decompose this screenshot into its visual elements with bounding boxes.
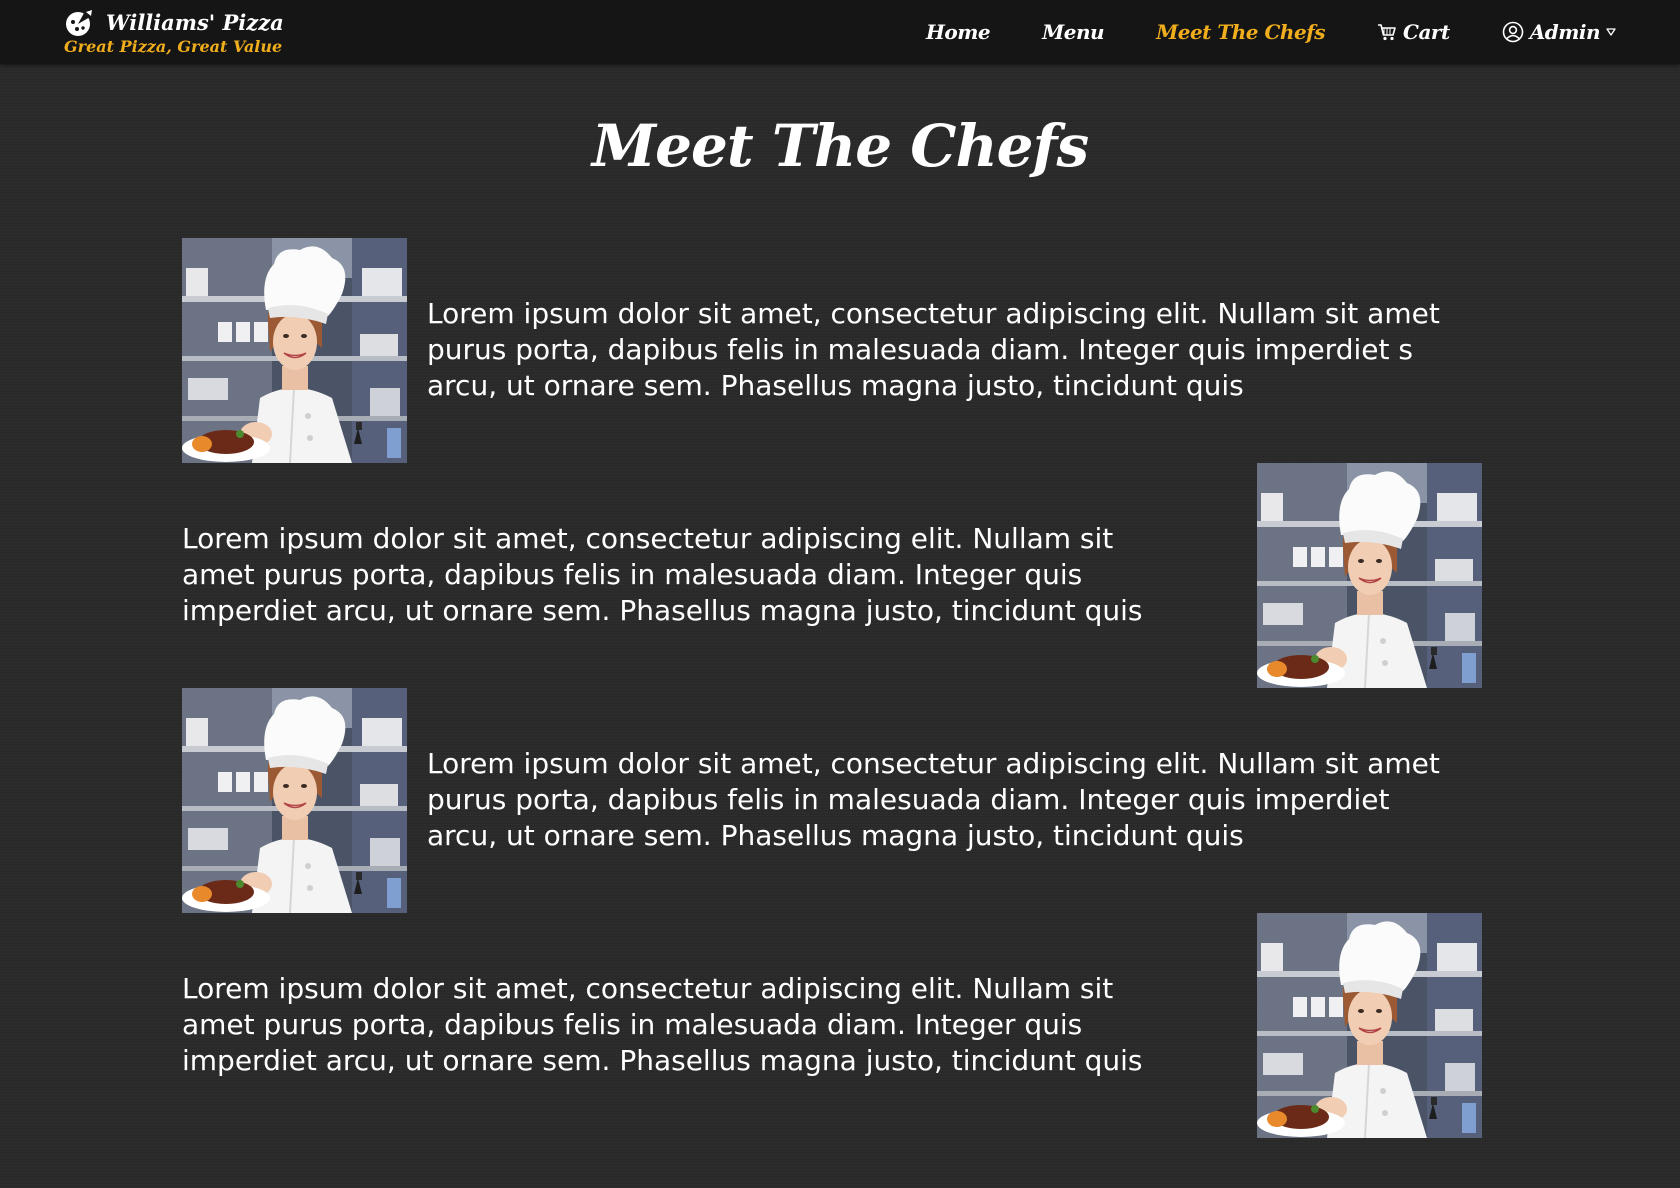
cart-icon: [1377, 23, 1397, 41]
chef-card: Lorem ipsum dolor sit amet, consectetur …: [182, 238, 1482, 463]
chef-bio: Lorem ipsum dolor sit amet, consectetur …: [427, 747, 1440, 852]
chef-card: Lorem ipsum dolor sit amet, consectetur …: [182, 688, 1482, 913]
nav-admin-label: Admin: [1529, 20, 1601, 44]
nav-home-label: Home: [926, 20, 991, 44]
chef-bio: Lorem ipsum dolor sit amet, consectetur …: [182, 522, 1143, 627]
user-circle-icon: [1502, 21, 1524, 43]
chef-photo: [182, 238, 407, 463]
page-title: Meet The Chefs: [591, 112, 1089, 180]
nav-cart[interactable]: Cart: [1377, 20, 1450, 44]
nav-cart-label: Cart: [1403, 20, 1450, 44]
chef-photo: [182, 688, 407, 913]
chef-bio: Lorem ipsum dolor sit amet, consectetur …: [182, 972, 1143, 1077]
pizza-logo-icon: [64, 8, 94, 38]
nav-menu[interactable]: Menu: [1042, 20, 1104, 44]
brand-tagline: Great Pizza, Great Value: [64, 37, 283, 56]
chef-card: Lorem ipsum dolor sit amet, consectetur …: [182, 913, 1482, 1138]
brand-name: Williams' Pizza: [106, 10, 284, 35]
navbar: Williams' Pizza Great Pizza, Great Value…: [0, 0, 1680, 64]
main-nav: Home Menu Meet The Chefs Cart Admin: [926, 0, 1616, 64]
chef-photo: [1257, 913, 1482, 1138]
nav-admin-dropdown[interactable]: Admin: [1502, 20, 1616, 44]
nav-meet-the-chefs[interactable]: Meet The Chefs: [1156, 20, 1325, 44]
nav-meet-the-chefs-label: Meet The Chefs: [1156, 20, 1326, 44]
chef-bio: Lorem ipsum dolor sit amet, consectetur …: [427, 297, 1440, 402]
caret-down-icon: [1606, 27, 1616, 37]
brand[interactable]: Williams' Pizza Great Pizza, Great Value: [64, 6, 284, 60]
nav-menu-label: Menu: [1042, 20, 1105, 44]
nav-home[interactable]: Home: [926, 20, 991, 44]
chef-card: Lorem ipsum dolor sit amet, consectetur …: [182, 463, 1482, 688]
chef-photo: [1257, 463, 1482, 688]
